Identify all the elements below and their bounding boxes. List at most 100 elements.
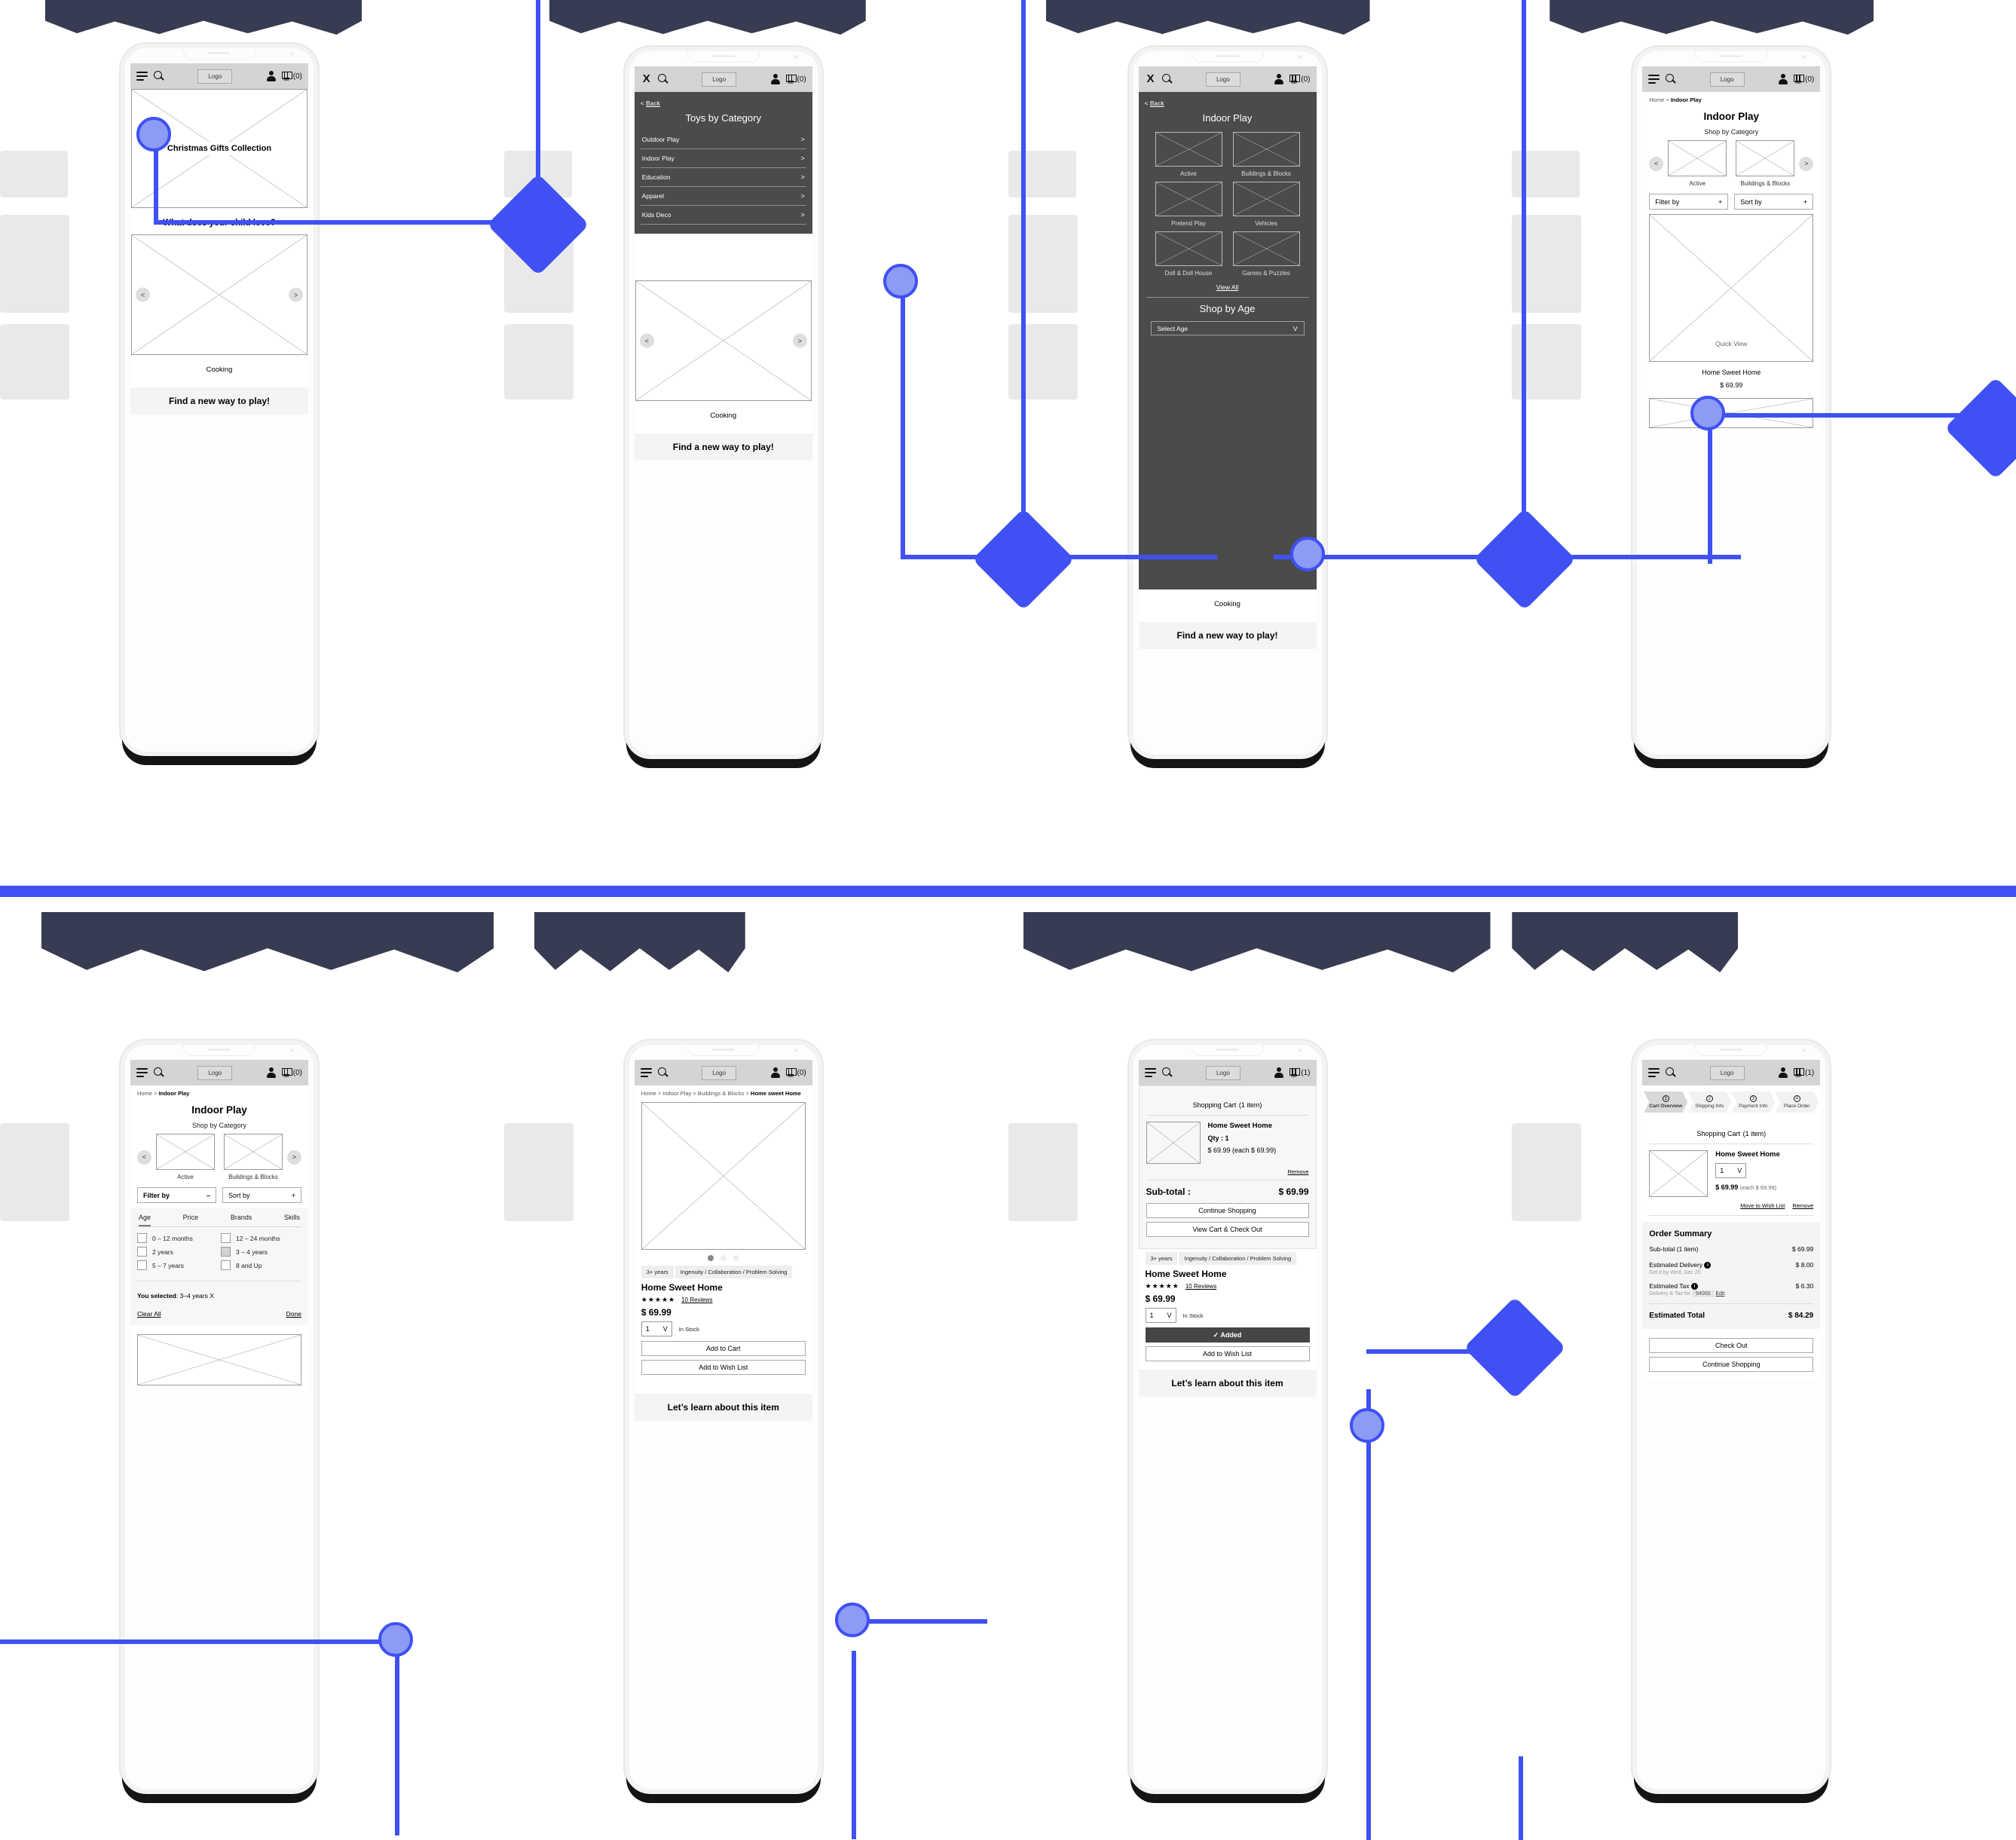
- footer-cta[interactable]: Let’s learn about this item: [634, 1394, 812, 1421]
- hamburger-icon[interactable]: [1144, 1067, 1157, 1079]
- category-active[interactable]: Active: [156, 1134, 215, 1180]
- quick-view-label[interactable]: Quick View: [1650, 340, 1813, 347]
- step-shipping-info[interactable]: 2 Shipping Info: [1687, 1091, 1731, 1113]
- cart-button[interactable]: (1): [1794, 1068, 1814, 1077]
- hamburger-icon[interactable]: [136, 1067, 148, 1079]
- continue-shopping-button[interactable]: Continue Shopping: [1146, 1203, 1309, 1218]
- continue-shopping-button[interactable]: Continue Shopping: [1649, 1357, 1814, 1372]
- subcategory-vehicles[interactable]: Vehicles: [1232, 182, 1300, 227]
- step-payment-info[interactable]: 3 Payment Info: [1731, 1091, 1775, 1113]
- checkbox-8-and-up[interactable]: 8 and Up: [221, 1260, 301, 1270]
- step-cart-overview[interactable]: 1 Cart Overview: [1644, 1091, 1687, 1113]
- cart-button[interactable]: (0): [281, 72, 302, 81]
- menu-item-indoor-play[interactable]: Indoor Play >: [640, 149, 806, 168]
- remove-link[interactable]: Remove: [1792, 1202, 1813, 1209]
- search-icon[interactable]: [153, 70, 165, 82]
- sort-by-button[interactable]: Sort by +: [1734, 194, 1814, 210]
- view-all-link[interactable]: View All: [1145, 283, 1311, 291]
- cart-button[interactable]: (0): [1794, 75, 1814, 84]
- logo[interactable]: Logo: [197, 1065, 233, 1080]
- gallery-dot-3[interactable]: [733, 1255, 739, 1261]
- cart-button[interactable]: (0): [785, 1068, 806, 1077]
- search-icon[interactable]: [153, 1067, 165, 1079]
- logo[interactable]: Logo: [702, 1065, 737, 1080]
- subcategory-pretend-play[interactable]: Pretend Play: [1155, 182, 1222, 227]
- cart-item-thumb[interactable]: [1649, 1150, 1709, 1197]
- product-image[interactable]: [137, 1334, 301, 1385]
- checkbox-5-7-years[interactable]: 5 – 7 years: [137, 1260, 218, 1270]
- close-icon[interactable]: X: [641, 73, 653, 85]
- checkbox-box[interactable]: [221, 1233, 231, 1243]
- user-icon[interactable]: [769, 73, 782, 85]
- category-buildings-blocks[interactable]: Buildings & Blocks: [1736, 140, 1795, 187]
- view-cart-checkout-button[interactable]: View Cart & Check Out: [1146, 1222, 1309, 1237]
- drawer-back-link[interactable]: < Back: [1145, 100, 1311, 107]
- category-carousel-image[interactable]: [635, 280, 812, 401]
- hamburger-icon[interactable]: [640, 1067, 653, 1079]
- tab-age[interactable]: Age: [139, 1214, 151, 1226]
- hamburger-icon[interactable]: [136, 70, 148, 82]
- menu-item-kids-deco[interactable]: Kids Deco >: [640, 206, 806, 225]
- reviews-link[interactable]: 10 Reviews: [1185, 1283, 1216, 1290]
- filter-by-button[interactable]: Filter by +: [1649, 194, 1729, 210]
- checkbox-2-years[interactable]: 2 years: [137, 1247, 218, 1257]
- gallery-dot-2[interactable]: [720, 1255, 727, 1261]
- added-button[interactable]: ✓ Added: [1145, 1327, 1310, 1342]
- breadcrumb[interactable]: Home > Indoor Play: [1649, 96, 1813, 103]
- user-icon[interactable]: [265, 70, 277, 82]
- carousel-next[interactable]: >: [792, 333, 807, 348]
- footer-cta[interactable]: Find a new way to play!: [1138, 622, 1317, 649]
- user-icon[interactable]: [265, 1067, 277, 1079]
- menu-item-outdoor-play[interactable]: Outdoor Play >: [640, 130, 806, 149]
- product-gallery-image[interactable]: [641, 1102, 806, 1250]
- breadcrumb[interactable]: Home > Indoor Play > Buildings & Blocks …: [641, 1090, 806, 1097]
- tab-brands[interactable]: Brands: [231, 1214, 252, 1226]
- sort-by-button[interactable]: Sort by +: [222, 1187, 301, 1203]
- close-icon[interactable]: X: [1145, 73, 1157, 85]
- search-icon[interactable]: [1665, 1067, 1677, 1079]
- logo[interactable]: Logo: [1709, 1065, 1745, 1080]
- add-to-wish-list-button[interactable]: Add to Wish List: [641, 1360, 806, 1375]
- menu-item-apparel[interactable]: Apparel >: [640, 187, 806, 206]
- carousel-prev[interactable]: <: [1649, 156, 1664, 171]
- subcategory-games-puzzles[interactable]: Games & Puzzles: [1232, 231, 1300, 277]
- checkbox-3-4-years[interactable]: 3 – 4 years: [221, 1247, 301, 1257]
- subcategory-doll-doll-house[interactable]: Doll & Doll House: [1155, 231, 1222, 277]
- cart-button[interactable]: (1): [1289, 1068, 1311, 1077]
- logo[interactable]: Logo: [1709, 72, 1745, 87]
- add-to-wish-list-button[interactable]: Add to Wish List: [1145, 1346, 1310, 1361]
- cart-item-thumb[interactable]: [1146, 1122, 1201, 1164]
- next-product-image[interactable]: [1649, 398, 1814, 428]
- checkbox-box[interactable]: [221, 1260, 231, 1270]
- cart-button[interactable]: (0): [1289, 75, 1311, 84]
- subcategory-active[interactable]: Active: [1155, 132, 1222, 177]
- quantity-stepper[interactable]: 1 V: [1715, 1163, 1747, 1178]
- carousel-prev[interactable]: <: [639, 333, 654, 348]
- breadcrumb[interactable]: Home > Indoor Play: [137, 1090, 301, 1097]
- checkbox-0-12-months[interactable]: 0 – 12 months: [137, 1233, 218, 1243]
- tab-price[interactable]: Price: [183, 1214, 199, 1226]
- footer-cta[interactable]: Find a new way to play!: [130, 387, 308, 415]
- check-out-button[interactable]: Check Out: [1649, 1338, 1814, 1353]
- search-icon[interactable]: [1161, 1067, 1173, 1079]
- user-icon[interactable]: [1273, 1067, 1285, 1079]
- select-age-dropdown[interactable]: Select Age V: [1150, 321, 1305, 335]
- user-icon[interactable]: [1273, 73, 1285, 85]
- step-place-order[interactable]: 4 Place Order: [1775, 1091, 1819, 1113]
- logo[interactable]: Logo: [1205, 72, 1240, 87]
- carousel-prev[interactable]: <: [136, 287, 150, 302]
- cart-button[interactable]: (0): [281, 1068, 302, 1077]
- search-icon[interactable]: [657, 73, 669, 85]
- hamburger-icon[interactable]: [1648, 1067, 1660, 1079]
- checkbox-12-24-months[interactable]: 12 – 24 months: [221, 1233, 301, 1243]
- carousel-next[interactable]: >: [289, 287, 303, 302]
- search-icon[interactable]: [657, 1067, 669, 1079]
- drawer-back-link[interactable]: < Back: [641, 100, 806, 107]
- footer-cta[interactable]: Find a new way to play!: [634, 433, 812, 461]
- checkbox-box[interactable]: [137, 1233, 147, 1243]
- zip-code[interactable]: 94000: [1691, 1290, 1715, 1297]
- info-icon[interactable]: i: [1690, 1283, 1698, 1290]
- move-to-wish-list-link[interactable]: Move to Wish List: [1740, 1202, 1785, 1209]
- carousel-next[interactable]: >: [287, 1150, 301, 1165]
- category-buildings-blocks[interactable]: Buildings & Blocks: [224, 1134, 283, 1180]
